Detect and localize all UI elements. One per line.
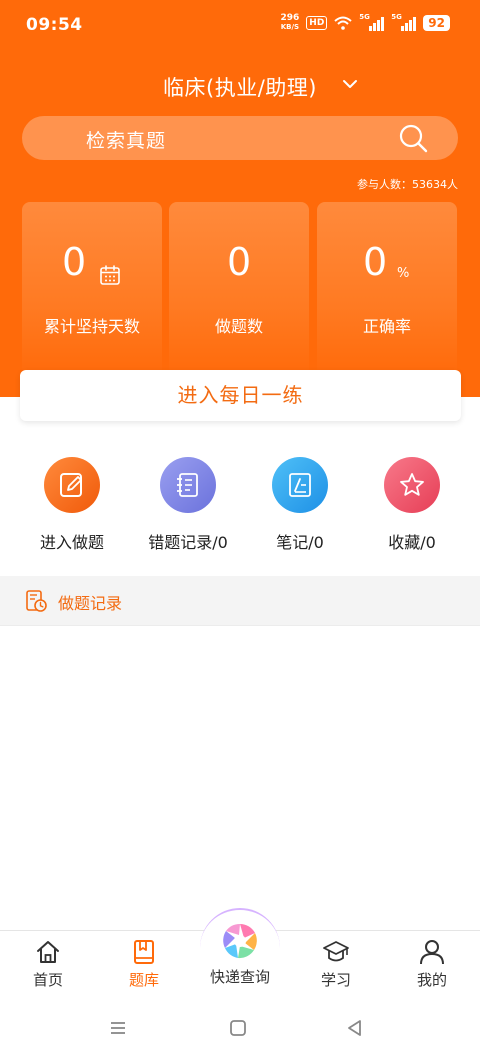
action-start-practice[interactable]: 进入做题 xyxy=(12,455,132,555)
book-icon xyxy=(134,940,154,964)
action-label: 进入做题 xyxy=(39,533,104,552)
hd-badge: HD xyxy=(306,16,328,30)
search-bar[interactable]: 检索真题 xyxy=(22,116,458,160)
stats-panel: 0 累计坚持天数 0 做题数 0 % 正确率 xyxy=(22,202,457,377)
network-speed-value: 296 xyxy=(280,13,300,23)
action-label: 错题记录/0 xyxy=(148,533,228,552)
home-square-icon[interactable] xyxy=(228,1018,248,1038)
search-placeholder: 检索真题 xyxy=(86,130,167,152)
user-icon xyxy=(420,940,444,965)
status-indicators: 296 KB/S HD 5G 5G 92 xyxy=(280,13,450,32)
stat-value: 0 xyxy=(62,240,87,284)
network-speed: 296 KB/S xyxy=(280,14,299,32)
nav-label: 题库 xyxy=(128,971,159,989)
chevron-down-icon[interactable] xyxy=(340,74,360,94)
battery-indicator: 92 xyxy=(423,15,450,31)
wifi-icon xyxy=(334,16,352,30)
practice-record-section[interactable]: 做题记录 xyxy=(0,576,480,626)
notebook-icon xyxy=(160,457,216,513)
nav-label: 快递查询 xyxy=(209,968,270,986)
nav-home[interactable]: 首页 xyxy=(0,931,96,1001)
participants-count: 参与人数：53634人 xyxy=(357,176,458,192)
calendar-icon xyxy=(100,265,120,285)
stat-label: 正确率 xyxy=(362,317,411,336)
stat-card-question-count: 0 做题数 xyxy=(169,202,309,377)
aperture-icon xyxy=(222,923,258,959)
edit-icon xyxy=(44,457,100,513)
home-icon xyxy=(37,941,59,963)
action-favorites[interactable]: 收藏/0 xyxy=(352,455,472,555)
stat-label: 做题数 xyxy=(214,317,263,336)
action-notes[interactable]: 笔记/0 xyxy=(240,455,360,555)
menu-icon[interactable] xyxy=(108,1018,128,1038)
stat-card-streak-days: 0 累计坚持天数 xyxy=(22,202,162,377)
participants-value: 53634人 xyxy=(412,178,458,191)
note-icon xyxy=(272,457,328,513)
stat-label: 累计坚持天数 xyxy=(43,317,140,336)
stat-card-accuracy: 0 % 正确率 xyxy=(317,202,457,377)
system-navigation-bar xyxy=(0,1000,480,1056)
status-time: 09:54 xyxy=(26,15,83,35)
stat-value: 0 xyxy=(227,240,252,284)
participants-label: 参与人数： xyxy=(357,178,412,191)
graduation-cap-icon xyxy=(323,941,349,962)
nav-label: 学习 xyxy=(320,971,351,989)
nav-label: 我的 xyxy=(416,971,447,989)
subject-selector[interactable]: 临床(执业/助理) xyxy=(0,66,480,106)
page-title: 临床(执业/助理) xyxy=(163,76,317,100)
record-history-icon xyxy=(26,590,47,612)
action-label: 收藏/0 xyxy=(388,533,436,552)
star-icon xyxy=(384,457,440,513)
back-icon[interactable] xyxy=(345,1018,365,1038)
daily-practice-button[interactable]: 进入每日一练 xyxy=(20,370,461,421)
signal-icon: 5G xyxy=(359,13,385,31)
action-label: 笔记/0 xyxy=(276,533,324,552)
practice-record-label: 做题记录 xyxy=(58,594,123,613)
stat-unit: % xyxy=(397,266,410,281)
network-speed-unit: KB/S xyxy=(280,23,300,31)
nav-study[interactable]: 学习 xyxy=(288,931,384,1001)
nav-profile[interactable]: 我的 xyxy=(384,931,480,1001)
nav-label: 首页 xyxy=(32,971,63,989)
signal-2-tag: 5G xyxy=(391,13,402,21)
stat-value: 0 xyxy=(363,240,388,284)
search-icon[interactable] xyxy=(398,123,428,153)
status-bar: 09:54 296 KB/S HD 5G 5G 92 xyxy=(0,0,480,52)
action-wrong-questions[interactable]: 错题记录/0 xyxy=(128,455,248,555)
quick-actions: 进入做题 错题记录/0 笔记/0 收藏/0 xyxy=(0,455,480,555)
nav-question-bank[interactable]: 题库 xyxy=(96,931,192,1001)
signal-1-tag: 5G xyxy=(359,13,370,21)
signal-icon: 5G xyxy=(391,13,417,31)
